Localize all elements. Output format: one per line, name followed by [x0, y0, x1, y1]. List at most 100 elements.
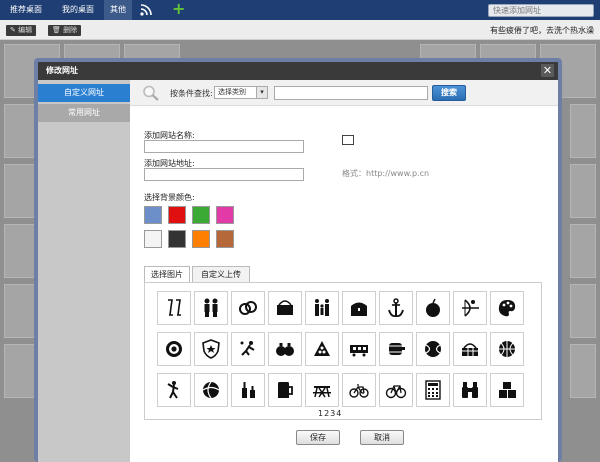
site-url-input[interactable] — [144, 168, 304, 181]
binoculars-icon — [462, 382, 478, 398]
desktop-tile[interactable] — [570, 104, 596, 158]
category-select[interactable]: 选择类别 ▾ — [214, 86, 268, 99]
cancel-button[interactable]: 取消 — [360, 430, 404, 445]
color-swatch[interactable] — [216, 206, 234, 224]
color-swatch[interactable] — [168, 230, 186, 248]
icon-grid — [144, 282, 542, 420]
search-button[interactable]: 搜索 — [432, 85, 466, 101]
delete-label: 删除 — [63, 26, 78, 34]
icon-option[interactable] — [416, 291, 450, 325]
icon-option[interactable] — [453, 332, 487, 366]
tab-recommended-desktop[interactable]: 推荐桌面 — [0, 0, 52, 20]
archery-icon — [462, 299, 479, 317]
anchor-icon — [388, 298, 404, 318]
icon-option[interactable] — [342, 373, 376, 407]
search-icon — [143, 85, 159, 101]
chevron-down-icon: ▾ — [256, 87, 267, 98]
rss-icon[interactable] — [140, 4, 152, 16]
save-button[interactable]: 保存 — [296, 430, 340, 445]
color-swatch[interactable] — [168, 206, 186, 224]
police-badge-icon — [202, 339, 220, 359]
beach-ball-icon — [202, 381, 220, 399]
icon-option[interactable] — [342, 291, 376, 325]
rings-icon — [239, 301, 257, 315]
icon-option[interactable] — [490, 291, 524, 325]
icon-option[interactable] — [231, 373, 265, 407]
delete-button[interactable]: 🗑 删除 — [48, 25, 82, 36]
icon-option[interactable] — [416, 332, 450, 366]
close-icon[interactable]: ✕ — [541, 64, 554, 77]
picnic-basket-icon — [462, 343, 478, 356]
add-icon[interactable]: + — [172, 1, 185, 17]
tab-custom-upload[interactable]: 自定义上传 — [192, 266, 250, 282]
desktop-tile[interactable] — [570, 284, 596, 338]
category-select-value: 选择类别 — [218, 88, 246, 96]
at-sign-icon — [166, 341, 182, 357]
icon-option[interactable] — [268, 373, 302, 407]
treasure-chest-icon — [351, 302, 367, 316]
desktop-tile[interactable] — [570, 164, 596, 218]
money-bags-icon — [276, 343, 294, 356]
tennis-ball-icon — [425, 341, 441, 357]
tab-other[interactable]: 其他 — [104, 0, 132, 20]
edit-url-dialog: 修改网址 ✕ 自定义网址 常用网址 按条件查找: 选择类别 ▾ 搜索 添加网站名… — [34, 58, 562, 462]
icon-option[interactable] — [453, 373, 487, 407]
icon-option[interactable] — [342, 332, 376, 366]
keg-icon — [389, 343, 405, 355]
sidebar-item-custom-url[interactable]: 自定义网址 — [38, 84, 130, 102]
color-swatch[interactable] — [192, 230, 210, 248]
palette-icon — [498, 300, 516, 317]
tab-my-desktop[interactable]: 我的桌面 — [56, 0, 100, 20]
icon-option[interactable] — [268, 291, 302, 325]
icon-option[interactable] — [268, 332, 302, 366]
icon-option[interactable] — [416, 373, 450, 407]
icon-option[interactable] — [231, 291, 265, 325]
icon-option[interactable] — [490, 332, 524, 366]
quick-add-url-input[interactable]: 快速添加网址 — [488, 4, 594, 17]
dialog-title: 修改网址 — [38, 62, 558, 80]
beer-mug-icon — [278, 382, 293, 398]
sidebar-item-common-url[interactable]: 常用网址 — [38, 104, 130, 122]
icon-option[interactable] — [194, 332, 228, 366]
icon-option[interactable] — [379, 291, 413, 325]
icon-option[interactable] — [157, 332, 191, 366]
desktop-tile[interactable] — [570, 224, 596, 278]
champagne-icon — [168, 299, 181, 316]
basketball-icon — [499, 341, 515, 357]
icon-option[interactable] — [453, 291, 487, 325]
badminton-icon — [240, 341, 255, 356]
search-input[interactable] — [274, 86, 428, 100]
dialog-content: 按条件查找: 选择类别 ▾ 搜索 添加网站名称: 添加网站地址: 格式：http… — [130, 80, 558, 462]
color-swatch[interactable] — [216, 230, 234, 248]
color-swatch[interactable] — [144, 230, 162, 248]
tab-choose-image[interactable]: 选择图片 — [144, 266, 190, 282]
preview-thumbnail-icon — [342, 135, 354, 145]
family-icon — [315, 299, 329, 316]
search-bar: 按条件查找: 选择类别 ▾ 搜索 — [130, 80, 558, 106]
icon-option[interactable] — [157, 373, 191, 407]
blocks-icon — [499, 382, 516, 398]
site-name-input[interactable] — [144, 140, 304, 153]
icon-option[interactable] — [194, 291, 228, 325]
color-swatch[interactable] — [144, 206, 162, 224]
icon-option[interactable] — [305, 373, 339, 407]
icon-option[interactable] — [194, 373, 228, 407]
icon-option[interactable] — [157, 291, 191, 325]
edit-button[interactable]: ✎ 编辑 — [6, 25, 37, 36]
bg-color-label: 选择背景颜色: — [144, 193, 195, 202]
desktop-toolbar: ✎ 编辑 🗑 删除 有些疲倦了吧，去洗个热水澡 — [0, 20, 600, 40]
pagination[interactable]: 1234 — [318, 409, 342, 418]
icon-option[interactable] — [379, 332, 413, 366]
icon-option[interactable] — [379, 373, 413, 407]
icon-option[interactable] — [231, 332, 265, 366]
icon-option[interactable] — [490, 373, 524, 407]
racing-bike-icon — [385, 385, 407, 399]
basket-icon — [277, 300, 293, 315]
url-format-hint: 格式：http://www.p.cn — [342, 169, 430, 178]
icon-option[interactable] — [305, 291, 339, 325]
couple-icon — [204, 298, 218, 317]
desktop-tile[interactable] — [570, 344, 596, 398]
dialog-sidebar: 自定义网址 常用网址 — [38, 80, 130, 462]
icon-option[interactable] — [305, 332, 339, 366]
color-swatch[interactable] — [192, 206, 210, 224]
